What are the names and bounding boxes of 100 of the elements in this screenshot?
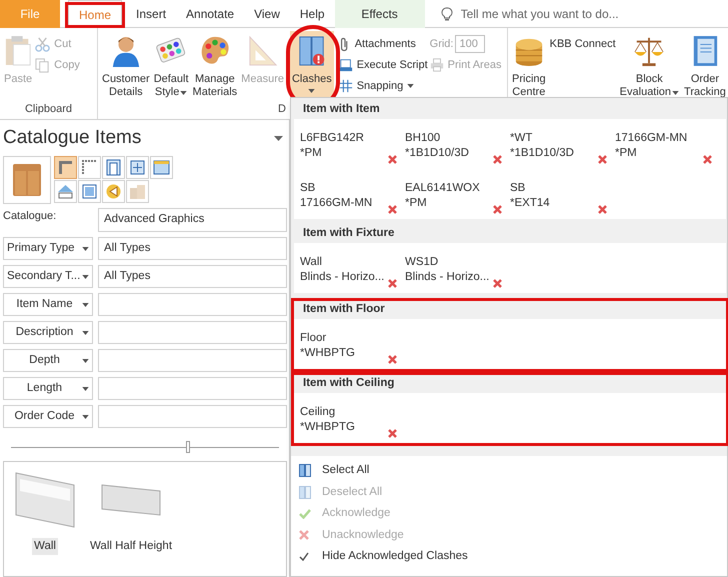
scissors-icon [35, 36, 50, 52]
clash-item-name: Blinds - Horizo... [405, 270, 490, 285]
filter-dropdown[interactable]: Primary Type [3, 237, 93, 260]
panel-title: Catalogue Items [3, 126, 142, 150]
filter-dropdown[interactable]: Depth [3, 349, 93, 372]
clipboard-icon [4, 35, 32, 67]
ribbon-small-button[interactable]: KBB Connect [550, 35, 616, 53]
filter-dropdown[interactable]: Length [3, 377, 93, 400]
clash-item-name: L6FBG142R [300, 131, 365, 146]
clash-item-name: Wall [300, 255, 323, 270]
ribbon-tab[interactable]: Insert [126, 0, 176, 28]
ribbon-button[interactable]: Manage Materials [190, 31, 240, 101]
cross-icon [388, 355, 397, 364]
cross-icon [598, 205, 607, 214]
panels-icon [299, 486, 312, 499]
half-wall-panel-icon [100, 483, 162, 517]
cross-icon [299, 530, 309, 540]
filter-field[interactable]: All Types [98, 265, 287, 288]
clash-item-name: 17166GM-MN [300, 196, 374, 211]
caret-icon [82, 302, 89, 306]
ribbon-small-button[interactable]: Execute Script [338, 56, 428, 74]
clash-item-name: *WHBPTG [300, 346, 356, 361]
ribbon-tab[interactable]: Help [290, 0, 335, 28]
item-type-button[interactable] [54, 180, 77, 203]
ribbon-tab[interactable]: Effects [334, 0, 425, 28]
cross-icon [493, 155, 502, 164]
ribbon-tab[interactable]: Annotate [176, 0, 244, 28]
copy-icon [35, 58, 50, 72]
clash-item-name: *WHBPTG [300, 420, 356, 435]
caret-icon [308, 89, 316, 93]
clash-item-name: *1B1D10/3D [510, 146, 575, 161]
cross-icon [388, 155, 397, 164]
ribbon-small-button[interactable]: Snapping [338, 77, 428, 95]
caret-icon [82, 246, 89, 250]
printer-icon [430, 58, 444, 72]
boxes-icon [128, 182, 147, 201]
catalogue-field[interactable]: Advanced Graphics [98, 208, 287, 232]
filter-dropdown[interactable]: Order Code [3, 405, 93, 428]
clash-item-name: *EXT14 [510, 196, 551, 211]
caret-icon [180, 90, 188, 94]
filter-field[interactable] [98, 377, 287, 400]
item-type-button[interactable] [150, 156, 173, 179]
cross-icon [703, 155, 712, 164]
caret-icon [407, 84, 414, 88]
menu-item[interactable]: Select All [291, 460, 727, 482]
lightbulb-icon [440, 6, 453, 20]
item-type-button[interactable] [126, 156, 149, 179]
ribbon-small-button[interactable]: Attachments [338, 35, 428, 53]
menu-item[interactable]: Hide Acknowledged Clashes [291, 546, 727, 568]
wall-panel-icon [14, 471, 76, 529]
check-icon [299, 552, 309, 562]
clash-item-name: EAL6141WOX [405, 181, 481, 196]
filter-dropdown[interactable]: Description [3, 321, 93, 344]
person-icon [110, 35, 141, 67]
speaker-icon [104, 182, 123, 201]
search-field[interactable]: Tell me what you want to do... [460, 4, 661, 22]
window-grid-icon [128, 158, 147, 177]
section-header: Item with Floor [302, 302, 386, 318]
clash-item-name: 17166GM-MN [615, 131, 688, 146]
cross-icon [388, 205, 397, 214]
item-type-button[interactable] [78, 156, 101, 179]
filter-field[interactable] [98, 321, 287, 344]
catalogue-item[interactable]: Wall Half Height [88, 470, 174, 556]
filter-field[interactable] [98, 405, 287, 428]
caret-icon [82, 414, 89, 418]
filter-field[interactable] [98, 293, 287, 316]
filter-dropdown[interactable]: Item Name [3, 293, 93, 316]
ribbon-button[interactable]: Default Style [152, 31, 191, 101]
ribbon-tab[interactable]: View [244, 0, 290, 28]
clash-item-name: *PM [405, 196, 428, 211]
clash-item-name: SB [300, 181, 316, 196]
clash-item-name: Blinds - Horizo... [300, 270, 386, 285]
item-type-button[interactable] [54, 156, 77, 179]
cabinet-icon [12, 163, 42, 197]
item-type-button[interactable] [102, 156, 125, 179]
caret-icon [82, 386, 89, 390]
clash-item-name: Floor [300, 331, 328, 346]
filter-dropdown[interactable]: Secondary T... [3, 265, 93, 288]
caret-icon [82, 358, 89, 362]
corner-dotted-icon [80, 158, 99, 177]
section-header: Item with Ceiling [302, 376, 396, 392]
filter-field[interactable] [98, 349, 287, 372]
clash-panels-icon [296, 35, 327, 67]
cabinet-button[interactable] [3, 156, 51, 204]
clash-item-name: BH100 [405, 131, 442, 146]
group-label: Clipboard [24, 103, 72, 115]
tick-icon [299, 508, 311, 519]
catalogue-item[interactable]: Wall [14, 470, 76, 556]
ribbon-button[interactable]: Customer Details [100, 31, 152, 101]
cross-icon [388, 279, 397, 288]
scales-icon [633, 35, 666, 67]
item-type-button[interactable] [78, 180, 101, 203]
ribbon-button[interactable]: Block Evaluation [618, 31, 682, 101]
window-top-icon [152, 158, 171, 177]
cross-icon [493, 279, 502, 288]
filter-field[interactable]: All Types [98, 237, 287, 260]
slider-thumb[interactable] [186, 441, 190, 453]
clash-item-name: *WT [510, 131, 534, 146]
caret-icon [82, 274, 89, 278]
item-type-button[interactable] [102, 180, 125, 203]
